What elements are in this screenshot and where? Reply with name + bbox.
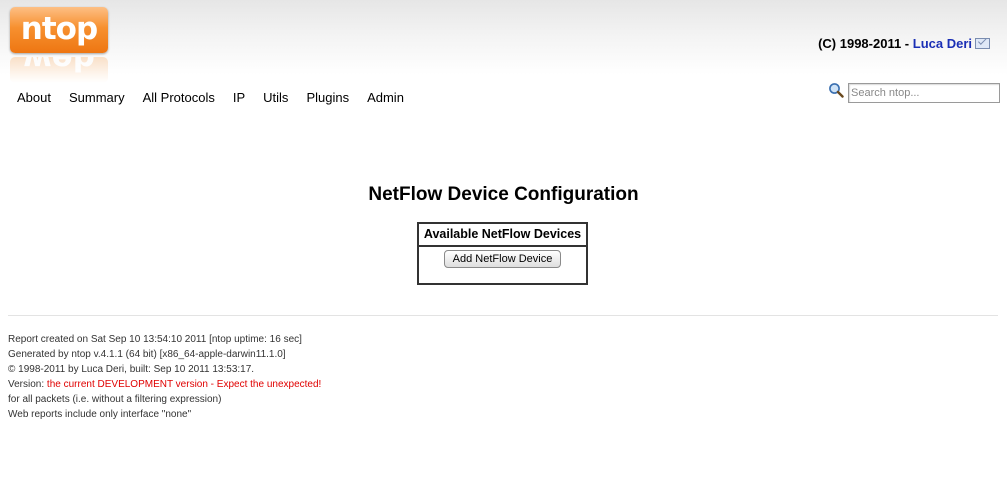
netflow-devices-table: Available NetFlow Devices Add NetFlow De… [417, 222, 588, 285]
footer-divider [8, 315, 998, 316]
logo-text: ntop [20, 11, 98, 47]
nav-item-summary[interactable]: Summary [69, 90, 125, 105]
nav-item-all-protocols[interactable]: All Protocols [143, 90, 215, 105]
packets-line: for all packets (i.e. without a filterin… [8, 394, 222, 405]
generated-by-line: Generated by ntop v.4.1.1 (64 bit) [x86_… [8, 349, 286, 360]
version-label: Version: [8, 379, 47, 390]
nav-item-plugins[interactable]: Plugins [306, 90, 349, 105]
author-link[interactable]: Luca Deri [913, 36, 972, 51]
mail-icon[interactable] [975, 38, 990, 49]
table-header: Available NetFlow Devices [419, 224, 586, 247]
add-netflow-device-button[interactable]: Add NetFlow Device [443, 250, 562, 268]
copyright-text: (C) 1998-2011 - [818, 36, 913, 51]
interface-line: Web reports include only interface "none… [8, 409, 192, 420]
page-title: NetFlow Device Configuration [368, 184, 639, 205]
logo-reflection-text: web [23, 57, 95, 77]
version-warning: the current DEVELOPMENT version - Expect… [46, 379, 322, 390]
nav-item-ip[interactable]: IP [233, 90, 245, 105]
main-nav: About Summary All Protocols IP Utils Plu… [17, 90, 422, 105]
report-created-line: Report created on Sat Sep 10 13:54:10 20… [8, 334, 302, 345]
ntop-logo[interactable]: ntop web [10, 7, 108, 83]
logo-reflection: web [10, 57, 108, 83]
built-line: © 1998-2011 by Luca Deri, built: Sep 10 … [8, 364, 255, 375]
page-header: ntop web (C) 1998-2011 - Luca Deri About… [0, 0, 1007, 125]
version-line: Version: the current DEVELOPMENT version… [8, 377, 321, 392]
report-footer: Report created on Sat Sep 10 13:54:10 20… [8, 332, 321, 422]
logo-box: ntop [10, 7, 108, 53]
nav-item-utils[interactable]: Utils [263, 90, 288, 105]
search-input[interactable] [848, 83, 1000, 103]
copyright-notice: (C) 1998-2011 - Luca Deri [818, 36, 990, 51]
nav-item-admin[interactable]: Admin [367, 90, 404, 105]
search-icon[interactable] [828, 82, 844, 98]
nav-item-about[interactable]: About [17, 90, 51, 105]
